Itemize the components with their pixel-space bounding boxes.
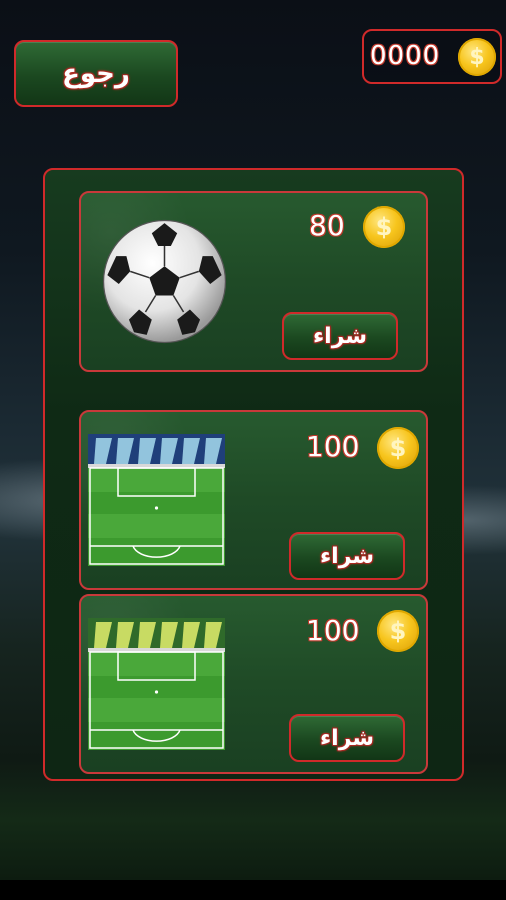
coin-symbol: $ bbox=[375, 213, 393, 241]
stadium-field-icon bbox=[88, 434, 225, 566]
coin-icon: $ bbox=[377, 427, 419, 469]
coin-symbol: $ bbox=[389, 434, 407, 462]
coin-symbol: $ bbox=[389, 617, 407, 645]
item-price: 100 bbox=[306, 430, 360, 463]
back-button[interactable]: رجوع bbox=[14, 40, 178, 107]
buy-button-label: شراء bbox=[319, 725, 375, 751]
bottom-bar bbox=[0, 880, 506, 900]
coin-symbol: $ bbox=[469, 44, 485, 70]
back-button-label: رجوع bbox=[62, 58, 130, 89]
item-price: 100 bbox=[306, 614, 360, 647]
coin-balance-box: 0000 $ bbox=[362, 29, 502, 84]
buy-button-label: شراء bbox=[319, 543, 375, 569]
item-price: 80 bbox=[309, 209, 345, 242]
store-item-ball: 80 $ شراء bbox=[79, 191, 428, 372]
store-item-field-yellow: 100 $ شراء bbox=[79, 594, 428, 774]
soccer-ball-icon bbox=[102, 219, 227, 344]
coin-balance: 0000 bbox=[370, 41, 441, 71]
buy-button-label: شراء bbox=[312, 323, 368, 349]
buy-button[interactable]: شراء bbox=[282, 312, 398, 360]
coin-icon: $ bbox=[377, 610, 419, 652]
buy-button[interactable]: شراء bbox=[289, 532, 405, 580]
stadium-field-icon bbox=[88, 618, 225, 750]
coin-icon: $ bbox=[363, 206, 405, 248]
store-item-field-blue: 100 $ شراء bbox=[79, 410, 428, 590]
buy-button[interactable]: شراء bbox=[289, 714, 405, 762]
coin-icon: $ bbox=[458, 38, 496, 76]
